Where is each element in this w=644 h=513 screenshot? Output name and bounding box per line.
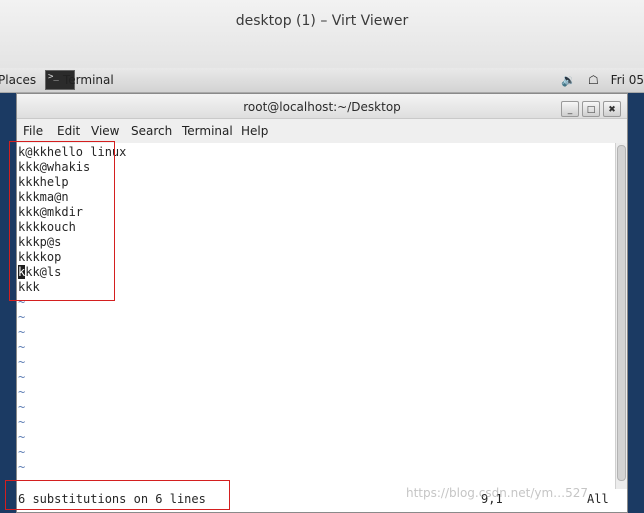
empty-line-tilde: ~	[18, 385, 26, 399]
menu-search[interactable]: Search	[131, 124, 172, 138]
menu-edit[interactable]: Edit	[57, 124, 80, 138]
empty-line-tilde: ~	[18, 310, 26, 324]
text-line: kkkma@n	[18, 190, 69, 204]
empty-line-tilde: ~	[18, 355, 26, 369]
menu-terminal[interactable]: Terminal	[182, 124, 233, 138]
close-button[interactable]: ✖	[603, 101, 621, 117]
maximize-button[interactable]: □	[582, 101, 600, 117]
terminal-titlebar[interactable]: root@localhost:~/Desktop _ □ ✖	[17, 94, 627, 119]
window-title: desktop (1) – Virt Viewer	[235, 13, 409, 29]
empty-line-tilde: ~	[18, 400, 26, 414]
text-line: kkkhelp	[18, 175, 69, 189]
terminal-title: root@localhost:~/Desktop	[243, 100, 401, 114]
minimize-button[interactable]: _	[561, 101, 579, 117]
menu-view[interactable]: View	[91, 124, 119, 138]
empty-line-tilde: ~	[18, 370, 26, 384]
text-line: kkkp@s	[18, 235, 62, 249]
terminal-menubar: File Edit View Search Terminal Help	[17, 119, 627, 144]
terminal-scrollbar[interactable]	[615, 143, 627, 489]
clock[interactable]: Fri 05	[611, 73, 644, 87]
terminal-window: root@localhost:~/Desktop _ □ ✖ File Edit V…	[16, 93, 628, 513]
vim-text-area[interactable]: k@kkhello linux kkk@whakis kkkhelp kkkma…	[17, 143, 615, 489]
empty-line-tilde: ~	[18, 340, 26, 354]
taskbar-terminal-label: Terminal	[63, 73, 114, 87]
text-line: kkk	[18, 280, 40, 294]
volume-icon[interactable]: 🔉	[561, 73, 576, 87]
empty-line-tilde: ~	[18, 445, 26, 459]
empty-line-tilde: ~	[18, 325, 26, 339]
gnome-top-panel: Places >_ Terminal 🔉 ☖ Fri 05	[0, 68, 644, 93]
virt-viewer-titlebar[interactable]: desktop (1) – Virt Viewer	[0, 0, 644, 69]
scroll-position: All	[587, 492, 609, 506]
text-line: kkkkouch	[18, 220, 76, 234]
cursor-line: kkk@ls	[18, 265, 61, 280]
empty-line-tilde: ~	[18, 295, 26, 309]
scrollbar-thumb[interactable]	[617, 145, 626, 481]
empty-line-tilde: ~	[18, 430, 26, 444]
taskbar-terminal-button[interactable]: >_ Terminal	[43, 69, 121, 91]
watermark: https://blog.csdn.net/ym…527	[406, 486, 589, 500]
text-line: kkk@mkdir	[18, 205, 84, 219]
cursor-line-rest: kk@ls	[25, 265, 62, 279]
places-menu[interactable]: Places	[0, 73, 36, 87]
system-tray: 🔉 ☖ Fri 05	[561, 72, 644, 88]
window-controls: _ □ ✖	[558, 97, 621, 117]
empty-line-tilde: ~	[18, 460, 26, 474]
guest-desktop: Places >_ Terminal 🔉 ☖ Fri 05 root@local…	[0, 68, 644, 513]
text-line: kkkkop	[18, 250, 62, 264]
menu-help[interactable]: Help	[241, 124, 268, 138]
substitution-message: 6 substitutions on 6 lines	[18, 492, 206, 506]
text-line: k@kkhello linux	[18, 145, 127, 159]
text-line: kkk@whakis	[18, 160, 91, 174]
network-icon[interactable]: ☖	[588, 73, 599, 87]
empty-line-tilde: ~	[18, 415, 26, 429]
menu-file[interactable]: File	[23, 124, 43, 138]
